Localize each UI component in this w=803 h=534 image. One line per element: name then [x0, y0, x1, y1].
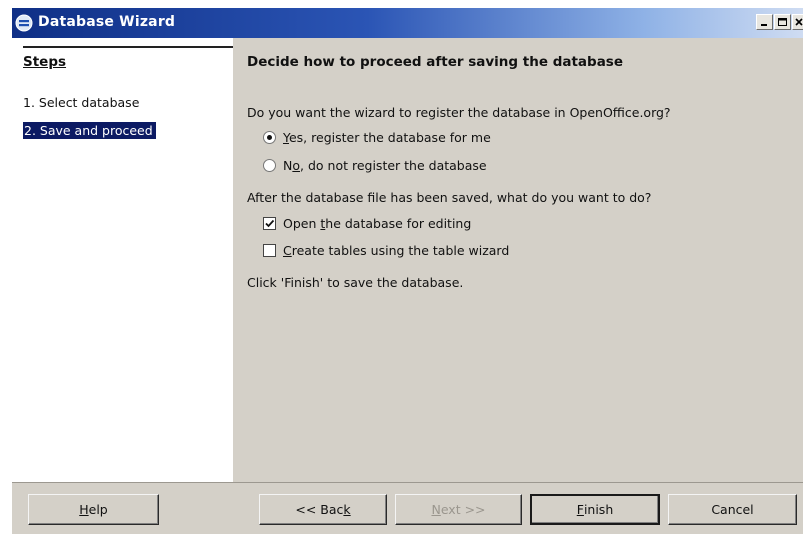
finish-button[interactable]: Finish — [530, 494, 660, 525]
back-button[interactable]: << Bac k — [259, 494, 387, 525]
window-title: Database Wizard — [38, 14, 176, 30]
create-tables-label: Create tables using the table wizard — [283, 243, 510, 258]
register-no-radio[interactable] — [263, 159, 276, 172]
steps-title: Steps — [23, 54, 67, 70]
finish-hint: Click 'Finish' to save the database. — [247, 275, 464, 290]
maximize-icon[interactable] — [774, 14, 791, 30]
steps-roadmap: Steps 1. Select database 2. Save and pro… — [12, 38, 233, 482]
cancel-button[interactable]: Cancel — [668, 494, 797, 525]
next-button[interactable]: Next >> — [395, 494, 522, 525]
register-no-option[interactable]: No, do not register the database — [263, 158, 487, 173]
open-for-editing-option[interactable]: Open the database for editing — [263, 216, 471, 231]
register-yes-option[interactable]: Yes, register the database for me — [263, 130, 491, 145]
steps-divider — [23, 46, 233, 48]
wizard-page: Decide how to proceed after saving the d… — [233, 38, 803, 482]
register-yes-radio[interactable] — [263, 131, 276, 144]
minimize-icon[interactable] — [756, 14, 773, 30]
open-for-editing-checkbox[interactable] — [263, 217, 276, 230]
register-yes-label: Yes, register the database for me — [283, 130, 491, 145]
title-bar[interactable]: Database Wizard — [12, 8, 803, 38]
register-question: Do you want the wizard to register the d… — [247, 105, 671, 120]
button-bar: Help << Bac k Next >> Finish Cancel — [12, 482, 803, 534]
help-button[interactable]: Help — [28, 494, 159, 525]
page-heading: Decide how to proceed after saving the d… — [247, 54, 623, 70]
close-icon[interactable] — [792, 14, 803, 30]
create-tables-checkbox[interactable] — [263, 244, 276, 257]
step-select-database[interactable]: 1. Select database — [23, 95, 139, 110]
create-tables-option[interactable]: Create tables using the table wizard — [263, 243, 509, 258]
step-save-and-proceed[interactable]: 2. Save and proceed — [23, 122, 156, 139]
open-for-editing-label: Open the database for editing — [283, 216, 472, 231]
after-save-question: After the database file has been saved, … — [247, 190, 652, 205]
database-wizard-icon — [15, 14, 33, 32]
dialog-client-area: Steps 1. Select database 2. Save and pro… — [12, 38, 803, 534]
register-no-label: No, do not register the database — [283, 158, 487, 173]
database-wizard-window: Database Wizard Steps 1. Select database… — [0, 0, 803, 534]
